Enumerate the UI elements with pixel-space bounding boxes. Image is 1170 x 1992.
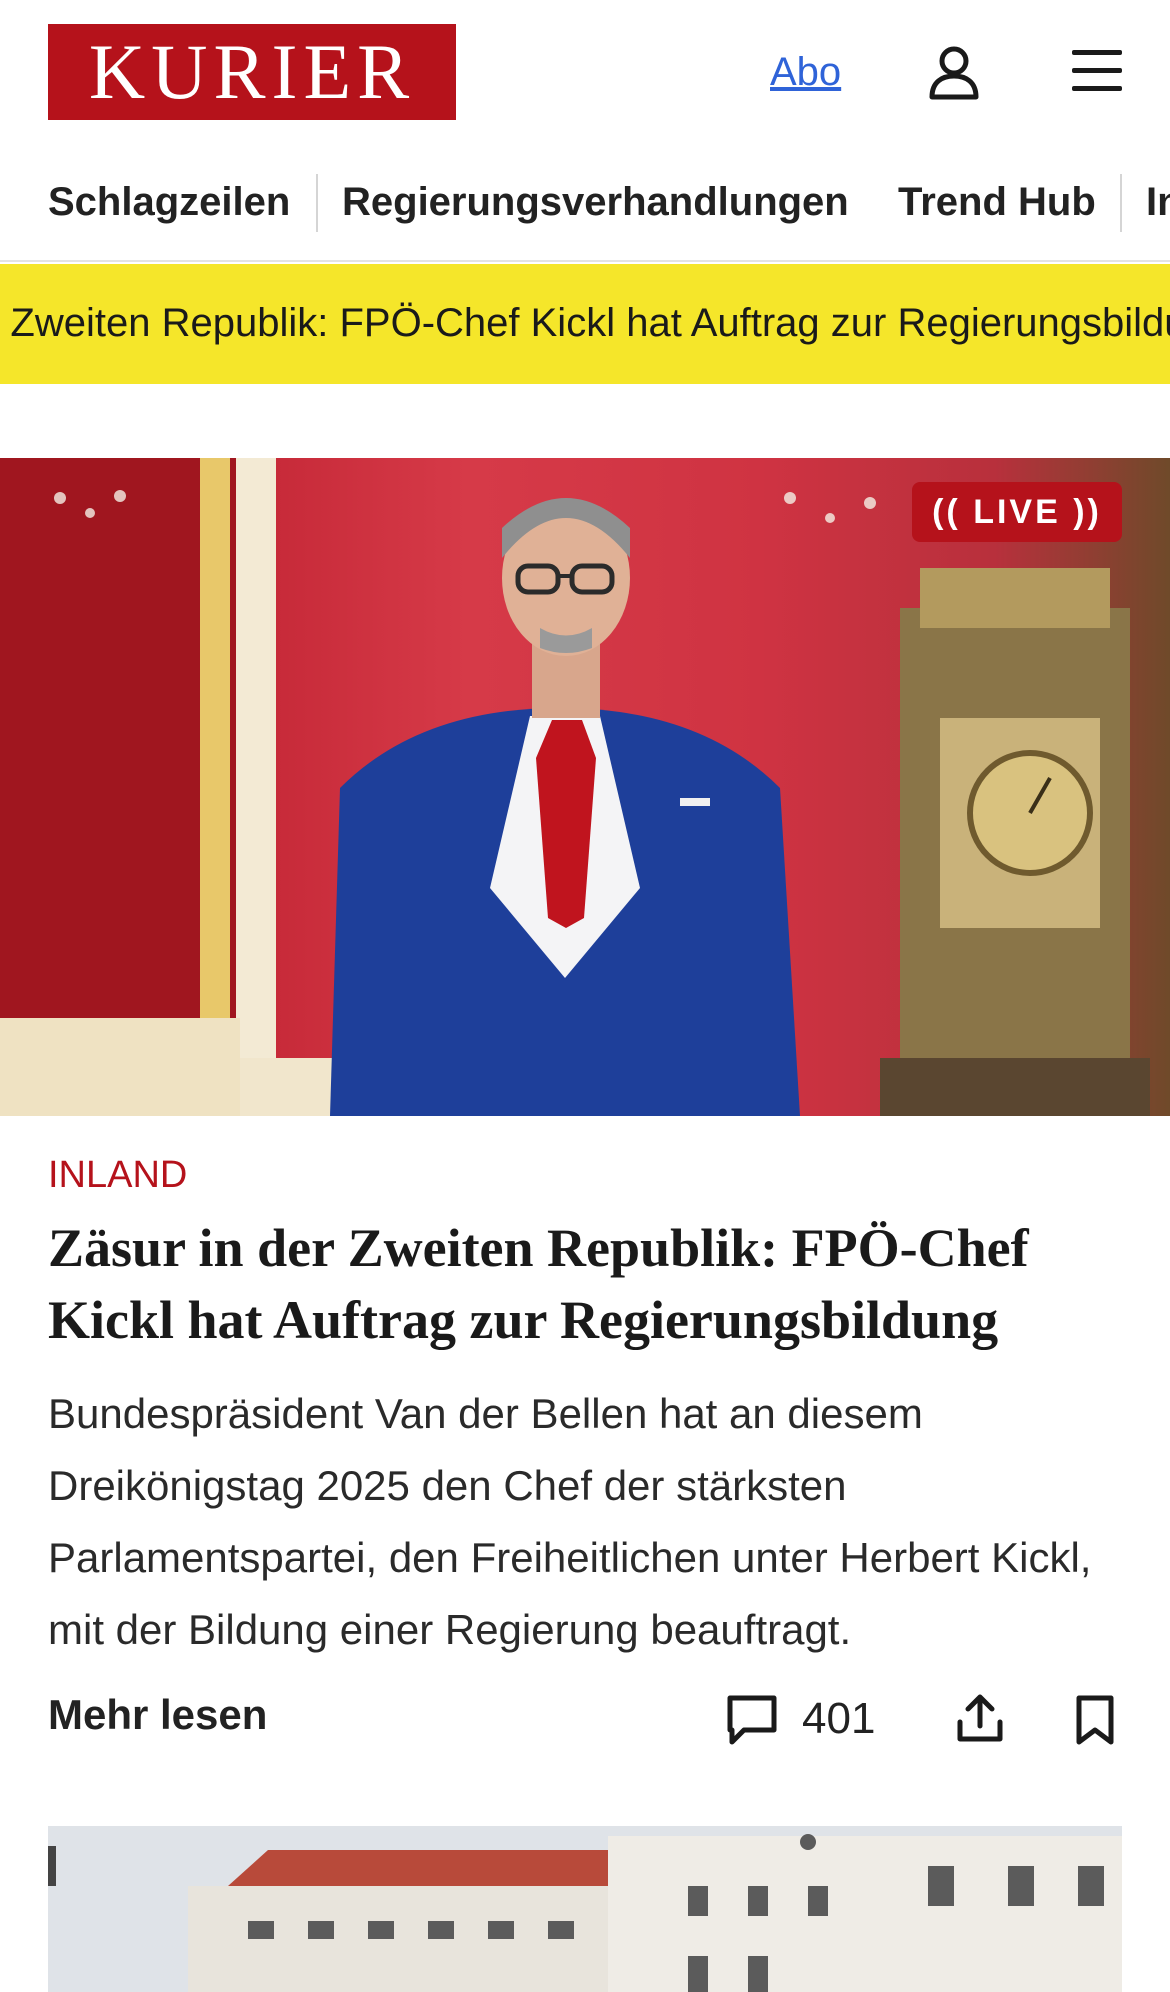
user-icon[interactable] [928, 44, 980, 100]
bookmark-icon[interactable] [1074, 1694, 1116, 1746]
nav-item-regierungsverhandlungen[interactable]: Regierungsverhandlungen [342, 178, 849, 226]
site-header: KURIER Abo [0, 0, 1170, 146]
breaking-news-ticker[interactable]: r Zweiten Republik: FPÖ-Chef Kickl hat A… [0, 264, 1170, 384]
nav-divider [316, 174, 318, 232]
nav-item-inland[interactable]: In [1146, 178, 1170, 226]
hamburger-menu-icon[interactable] [1070, 46, 1124, 96]
ticker-text[interactable]: r Zweiten Republik: FPÖ-Chef Kickl hat A… [0, 298, 1170, 348]
comment-count: 401 [802, 1694, 876, 1743]
nav-item-schlagzeilen[interactable]: Schlagzeilen [48, 178, 290, 226]
nav-divider [1120, 174, 1122, 232]
section-nav: Schlagzeilen Regierungsverhandlungen Tre… [0, 160, 1170, 262]
next-article-image[interactable] [48, 1826, 1122, 1992]
building-photo-illustration [48, 1826, 1122, 1992]
comments-button[interactable]: 401 [724, 1690, 875, 1748]
read-more-link[interactable]: Mehr lesen [48, 1690, 267, 1740]
abo-link[interactable]: Abo [770, 48, 841, 96]
article-teaser: Bundespräsident Van der Bellen hat an di… [48, 1390, 1092, 1653]
share-icon[interactable] [956, 1692, 1004, 1744]
article-headline[interactable]: Zäsur in der Zweiten Republik: FPÖ-Chef … [48, 1212, 1128, 1356]
hero-image[interactable]: (( LIVE )) [0, 458, 1170, 1116]
hero-photo-illustration [0, 458, 1150, 1116]
nav-item-trend-hub[interactable]: Trend Hub [898, 178, 1096, 226]
live-badge: (( LIVE )) [912, 482, 1122, 542]
article-category[interactable]: INLAND [48, 1152, 187, 1198]
kurier-logo[interactable]: KURIER [48, 24, 456, 120]
comment-icon [727, 1695, 777, 1745]
